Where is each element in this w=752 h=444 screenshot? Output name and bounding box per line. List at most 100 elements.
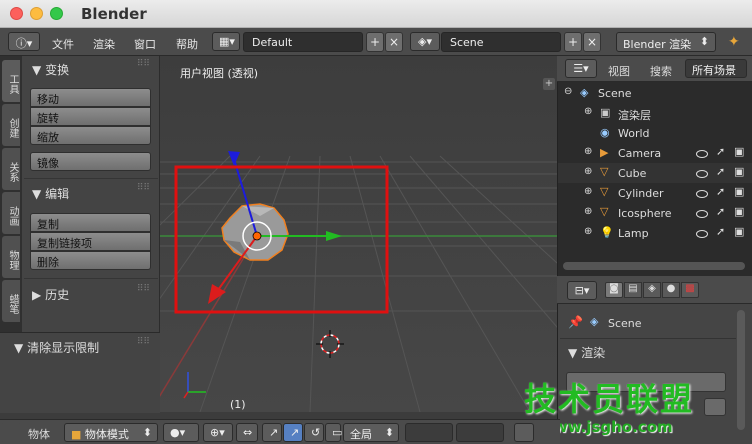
- mode-dropdown[interactable]: ■ 物体模式 ⬍: [64, 423, 158, 442]
- add-layout-button[interactable]: +: [366, 32, 384, 52]
- cursor-select-icon[interactable]: ➚: [716, 145, 725, 158]
- menu-file[interactable]: 文件: [52, 36, 74, 52]
- shading-dropdown[interactable]: ●▾: [163, 423, 199, 442]
- duplicate-linked-button[interactable]: 复制链接项: [30, 232, 151, 251]
- layers-grid[interactable]: [405, 423, 453, 442]
- 3d-viewport[interactable]: 用户视图 (透视) (1) +: [160, 56, 557, 412]
- menu-render[interactable]: 渲染: [93, 36, 115, 52]
- render-layers-tab-icon[interactable]: ▤: [624, 282, 642, 298]
- menu-help[interactable]: 帮助: [176, 36, 198, 52]
- expand-icon[interactable]: ⊕: [584, 186, 592, 197]
- texture-tab-icon[interactable]: ▩: [681, 282, 699, 298]
- transform-panel-header[interactable]: ▼ 变换 ⠿⠿: [22, 57, 160, 79]
- scale-manipulator-icon[interactable]: ▭: [325, 423, 342, 442]
- tab-grease-pencil[interactable]: 蜡笔: [2, 280, 20, 322]
- properties-header: ⊟▾ ◙ ▤ ◈ ● ▩: [557, 276, 752, 304]
- layers-grid-2[interactable]: [456, 423, 504, 442]
- frame-number: (1): [230, 398, 246, 411]
- expand-icon[interactable]: ⊕: [584, 226, 592, 237]
- editor-type-info-button[interactable]: ⓘ▾: [8, 32, 40, 51]
- render-camera-icon[interactable]: ▣: [734, 145, 744, 158]
- manipulator-toggle[interactable]: ⇔: [236, 423, 258, 442]
- rotate-button[interactable]: 旋转: [30, 107, 151, 126]
- tab-create[interactable]: 创建: [2, 104, 20, 146]
- drag-handle-icon[interactable]: ⠿⠿: [137, 183, 150, 193]
- cursor-select-icon[interactable]: ➚: [716, 205, 725, 218]
- rotate-manipulator-icon[interactable]: ↺: [304, 423, 324, 442]
- properties-scrollbar[interactable]: [737, 310, 745, 430]
- pin-icon[interactable]: 📌: [568, 315, 583, 329]
- properties-toggle-icon[interactable]: +: [543, 78, 555, 90]
- outliner-search-menu[interactable]: 搜索: [650, 63, 672, 79]
- render-camera-icon[interactable]: ▣: [734, 225, 744, 238]
- transform-manipulator-icon[interactable]: ↗: [262, 423, 282, 442]
- orientation-dropdown[interactable]: 全局 ⬍: [343, 423, 399, 442]
- scene-field[interactable]: Scene: [441, 32, 561, 52]
- world-tab-icon[interactable]: ●: [662, 282, 680, 298]
- menu-window[interactable]: 窗口: [134, 36, 156, 52]
- close-window-button[interactable]: [10, 7, 23, 20]
- delete-button[interactable]: 删除: [30, 251, 151, 270]
- delete-layout-button[interactable]: ×: [385, 32, 403, 52]
- eye-icon[interactable]: [696, 150, 708, 158]
- expand-icon[interactable]: ⊕: [584, 166, 592, 177]
- clear-limit-panel-header[interactable]: ▼ 清除显示限制 ⠿⠿: [4, 335, 160, 357]
- eye-icon[interactable]: [696, 190, 708, 198]
- properties-editor-icon[interactable]: ⊟▾: [567, 281, 597, 300]
- outliner-filter-dropdown[interactable]: 所有场景: [685, 59, 747, 78]
- cursor-select-icon[interactable]: ➚: [716, 165, 725, 178]
- eye-icon[interactable]: [696, 170, 708, 178]
- duplicate-button[interactable]: 复制: [30, 213, 151, 232]
- pivot-dropdown[interactable]: ⊕▾: [203, 423, 233, 442]
- expand-icon[interactable]: ⊕: [584, 146, 592, 157]
- delete-scene-button[interactable]: ×: [583, 32, 601, 52]
- render-engine-dropdown[interactable]: Blender 渲染 ⬍: [616, 32, 716, 52]
- mesh-icon: ▽: [600, 185, 609, 198]
- mesh-icon: ▽: [600, 205, 609, 218]
- add-scene-button[interactable]: +: [564, 32, 582, 52]
- tab-physics[interactable]: 物理: [2, 236, 20, 278]
- outliner-row-world[interactable]: ◉ World: [558, 123, 752, 143]
- drag-handle-icon[interactable]: ⠿⠿: [137, 337, 150, 347]
- eye-icon[interactable]: [696, 210, 708, 218]
- drag-handle-icon[interactable]: ⠿⠿: [137, 284, 150, 294]
- history-panel-header[interactable]: ▶ 历史 ⠿⠿: [22, 282, 160, 304]
- render-tab-icon[interactable]: ◙: [605, 282, 623, 298]
- cursor-select-icon[interactable]: ➚: [716, 225, 725, 238]
- footer-object-menu[interactable]: 物体: [28, 426, 50, 442]
- menu-collapse-icon[interactable]: [0, 423, 22, 442]
- mirror-button[interactable]: 镜像: [30, 152, 151, 171]
- maximize-window-button[interactable]: [50, 7, 63, 20]
- scene-icon[interactable]: ◈▾: [410, 32, 440, 51]
- edit-panel-header[interactable]: ▼ 编辑 ⠿⠿: [22, 181, 160, 203]
- outliner-view-menu[interactable]: 视图: [608, 63, 630, 79]
- outliner-row-renderlayer[interactable]: ⊕ ▣ 渲染层: [558, 103, 752, 123]
- expand-icon[interactable]: ⊕: [584, 206, 592, 217]
- tab-animation[interactable]: 动画: [2, 192, 20, 234]
- render-camera-icon[interactable]: ▣: [734, 185, 744, 198]
- collapse-icon[interactable]: ⊖: [564, 86, 572, 97]
- expand-icon[interactable]: ⊕: [584, 106, 592, 117]
- scene-tab-icon[interactable]: ◈: [643, 282, 661, 298]
- move-button[interactable]: 移动: [30, 88, 151, 107]
- render-camera-icon[interactable]: ▣: [734, 165, 744, 178]
- eye-icon[interactable]: [696, 230, 708, 238]
- render-panel-header[interactable]: ▼ 渲染: [568, 344, 605, 361]
- cube-icon: ■: [71, 428, 82, 441]
- render-option-button[interactable]: [704, 398, 726, 416]
- drag-handle-icon[interactable]: ⠿⠿: [137, 59, 150, 69]
- lock-icon[interactable]: [514, 423, 534, 442]
- render-camera-icon[interactable]: ▣: [734, 205, 744, 218]
- minimize-window-button[interactable]: [30, 7, 43, 20]
- tab-relations[interactable]: 关系: [2, 148, 20, 190]
- layout-field[interactable]: Default: [243, 32, 363, 52]
- scale-button[interactable]: 缩放: [30, 126, 151, 145]
- outliner-row-scene[interactable]: ⊖ ◈ Scene: [558, 83, 752, 103]
- translate-manipulator-icon[interactable]: ↗: [283, 423, 303, 442]
- outliner-scrollbar[interactable]: [563, 262, 745, 270]
- screen-layout-icon[interactable]: ▦▾: [212, 32, 240, 51]
- tab-tools[interactable]: 工具: [2, 60, 20, 102]
- outliner-label: Lamp: [618, 227, 649, 240]
- outliner-editor-icon[interactable]: ☰▾: [565, 59, 597, 78]
- cursor-select-icon[interactable]: ➚: [716, 185, 725, 198]
